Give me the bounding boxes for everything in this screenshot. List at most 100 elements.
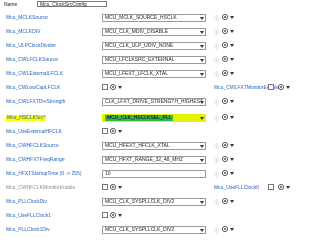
chevron-down-icon[interactable] (118, 86, 122, 89)
row-mclk-div: Mcu_MCLKDIV MCU_CLK_MDIV_DISABLE ⓘ (0, 27, 292, 39)
gear-icon[interactable] (222, 56, 228, 62)
gear-icon[interactable] (222, 156, 228, 162)
chevron-down-icon[interactable] (118, 130, 122, 133)
hfxt-startup-time-input[interactable]: 10 (102, 170, 206, 178)
row-use-external-hfclk: Mcu_UseExternalHFCLK (0, 127, 292, 139)
chevron-down-icon[interactable] (118, 214, 122, 217)
field-label: Mcu_MCLKSource (6, 15, 48, 21)
gear-icon[interactable] (222, 226, 228, 232)
field-label: Mcu_MCLKDIV (6, 29, 41, 35)
info-icon[interactable]: ⓘ (214, 99, 219, 106)
lfclk-source-select[interactable]: MCU_LFCLKSRC_EXTERNAL (102, 56, 206, 64)
name-field[interactable]: Mcu_ClockSrcConfig (37, 1, 107, 8)
mclk-div-select[interactable]: MCU_CLK_MDIV_DISABLE (102, 28, 206, 36)
gear-icon[interactable] (110, 212, 116, 218)
gear-icon[interactable] (222, 14, 228, 20)
chevron-down-icon[interactable] (230, 228, 234, 231)
chevron-down-icon[interactable] (286, 86, 290, 89)
info-icon[interactable]: ⓘ (214, 71, 219, 78)
chevron-down-icon[interactable] (230, 58, 234, 61)
info-icon[interactable]: ⓘ (214, 29, 219, 36)
info-icon[interactable]: ⓘ (214, 227, 219, 234)
gear-icon[interactable] (222, 114, 228, 120)
mclk-source-select[interactable]: MCU_MCLK_SOURCE_HSCLK (102, 14, 206, 22)
info-icon[interactable]: ⓘ (214, 15, 219, 22)
chevron-down-icon[interactable] (230, 30, 234, 33)
use-fll-clock0-checkbox[interactable] (268, 184, 274, 190)
hsclk-src-select[interactable]: MCU_CLK_HSCLKSEL_PLL (102, 114, 206, 122)
field-label: Mcu_CWHFCLKSource (6, 143, 59, 149)
info-icon[interactable]: ⓘ (214, 199, 219, 206)
field-label: Mcu_HFXTStartupTime (0 -> 255) (6, 171, 82, 177)
hfclk-source-select[interactable]: MCU_HFEXT_HFCLK_XTAL (102, 142, 206, 150)
selected-value: MCU_CLK_HSCLKSEL_PLL (105, 115, 174, 121)
use-external-hfclk-checkbox[interactable] (102, 128, 108, 134)
config-header: Name Mcu_ClockSrcConfig (0, 0, 292, 9)
info-icon[interactable]: ⓘ (214, 157, 219, 164)
gear-icon[interactable] (278, 84, 284, 90)
info-icon[interactable]: ⓘ (214, 43, 219, 50)
row-lfclk-source: Mcu_CWLFCLKSource MCU_LFCLKSRC_EXTERNAL … (0, 55, 292, 67)
field-label: Mcu_CWHFXTFreqRange (6, 157, 65, 163)
gear-icon[interactable] (222, 198, 228, 204)
chevron-down-icon[interactable] (230, 16, 234, 19)
row-mclk-source: Mcu_MCLKSource MCU_MCLK_SOURCE_HSCLK ⓘ (0, 13, 292, 25)
hfclk-monitor-checkbox[interactable] (102, 184, 108, 190)
field-label: Mcu_ULPClockDivider (6, 43, 57, 49)
field-label: Mcu_UseExternalHFCLK (6, 129, 62, 135)
field-label: Mcu_CWLowCapLFCLK (6, 85, 61, 91)
gear-icon[interactable] (110, 184, 116, 190)
row-lowcap-lfclk: Mcu_CWLowCapLFCLK Mcu_CWLFXTMonitorEnabl… (0, 83, 292, 95)
pll-clock-div-select[interactable]: MCU_CLK_SYSPLLCLK_DIV2 (102, 198, 206, 206)
lowcap-lfclk-checkbox[interactable] (102, 84, 108, 90)
row-external-lfclk: Mcu_CWLExternalLFCLK MCU_LFEXT_LFCLK_XTA… (0, 69, 292, 81)
info-icon[interactable]: ⓘ (214, 57, 219, 64)
external-lfclk-select[interactable]: MCU_LFEXT_LFCLK_XTAL (102, 70, 206, 78)
row-lfxt-drv-strength: Mcu_CWLFXTDrvStrength CLK_LFXT_DRIVE_STR… (0, 97, 292, 109)
chevron-down-icon[interactable] (230, 116, 234, 119)
info-icon[interactable]: ⓘ (214, 115, 219, 122)
name-label: Name (4, 2, 18, 8)
chevron-down-icon[interactable] (230, 144, 234, 147)
field-label: Mcu_CWHFCLKMonitorEnable (6, 185, 76, 191)
gear-icon[interactable] (110, 128, 116, 134)
chevron-down-icon[interactable] (230, 200, 234, 203)
field-label: Mcu_CWLFCLKSource (6, 57, 58, 63)
info-icon[interactable]: ⓘ (214, 171, 219, 178)
gear-icon[interactable] (278, 184, 284, 190)
use-fll-clock1-checkbox[interactable] (102, 212, 108, 218)
gear-icon[interactable] (222, 170, 228, 176)
chevron-down-icon[interactable] (230, 100, 234, 103)
chevron-down-icon[interactable] (286, 186, 290, 189)
chevron-down-icon[interactable] (230, 72, 234, 75)
chevron-down-icon[interactable] (118, 186, 122, 189)
pll-clock1-div-select[interactable]: MCU_CLK_SYSPLLCLK_DIV2 (102, 226, 206, 234)
row-hfxt-freq-range: Mcu_CWHFXTFreqRange MCU_HFXT_RANGE_32_48… (0, 155, 292, 167)
gear-icon[interactable] (222, 42, 228, 48)
sub-field-label: Mcu_UseFLLClock0 (214, 185, 260, 191)
row-hfxt-startup-time: Mcu_HFXTStartupTime (0 -> 255) 10 ⓘ (0, 169, 292, 181)
field-label: Mcu_PLLClock1Div (6, 227, 50, 233)
ulp-divider-select[interactable]: MCU_CLK_ULP_UDIV_NONE (102, 42, 206, 50)
row-hfclk-monitor: Mcu_CWHFCLKMonitorEnable Mcu_UseFLLClock… (0, 183, 292, 195)
lfxt-monitor-checkbox[interactable] (268, 84, 274, 90)
lfxt-drv-strength-select[interactable]: CLK_LFXT_DRIVE_STRENGTH_HIGHEST (102, 98, 206, 106)
gear-icon[interactable] (222, 70, 228, 76)
info-icon[interactable]: ⓘ (214, 143, 219, 150)
gear-icon[interactable] (222, 142, 228, 148)
gear-icon[interactable] (222, 28, 228, 34)
chevron-down-icon[interactable] (230, 44, 234, 47)
row-ulp-divider: Mcu_ULPClockDivider MCU_CLK_ULP_UDIV_NON… (0, 41, 292, 53)
row-pll-clock1-div: Mcu_PLLClock1Div MCU_CLK_SYSPLLCLK_DIV2 … (0, 225, 292, 237)
chevron-down-icon[interactable] (230, 158, 234, 161)
row-hsclk-src: Mcu_HSCLKSrc* MCU_CLK_HSCLKSEL_PLL ⓘ (0, 113, 292, 125)
gear-icon[interactable] (110, 84, 116, 90)
row-hfclk-source: Mcu_CWHFCLKSource MCU_HFEXT_HFCLK_XTAL ⓘ (0, 141, 292, 153)
hfxt-freq-range-select[interactable]: MCU_HFXT_RANGE_32_48_MHZ (102, 156, 206, 164)
field-label: Mcu_CWLExternalLFCLK (6, 71, 64, 77)
field-label: Mcu_PLLClockDiv (6, 199, 47, 205)
chevron-down-icon[interactable] (230, 172, 234, 175)
field-label: Mcu_HSCLKSrc* (6, 115, 47, 121)
gear-icon[interactable] (222, 98, 228, 104)
highlighted-label: Mcu_HSCLKSrc* (6, 115, 47, 121)
